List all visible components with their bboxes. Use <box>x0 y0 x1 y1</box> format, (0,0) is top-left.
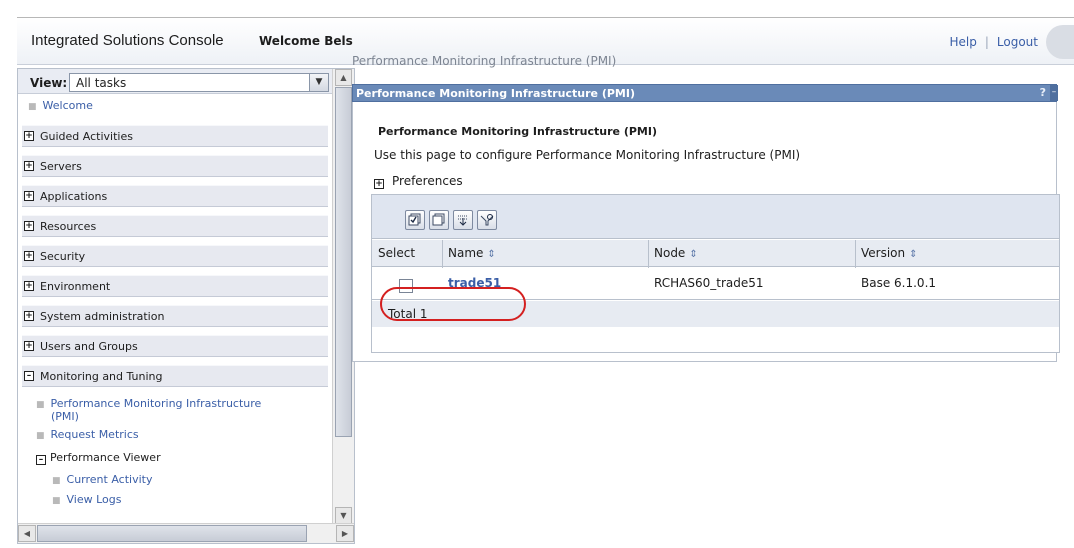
header-decoration <box>1046 25 1074 59</box>
column-header-select: Select <box>378 246 416 260</box>
column-header-node[interactable]: Node ⇕ <box>654 246 698 260</box>
nav-category-resources[interactable]: + Resources <box>22 215 328 237</box>
highlight-annotation <box>380 287 526 321</box>
column-header-version[interactable]: Version ⇕ <box>861 246 918 260</box>
nav-item-view-logs[interactable]: ■ View Logs <box>52 493 122 506</box>
nav-item-current-activity[interactable]: ■ Current Activity <box>52 473 152 486</box>
filter-icon[interactable] <box>477 210 497 230</box>
view-filter-row: View: All tasks ▼ <box>18 69 332 94</box>
sort-icon[interactable]: ⇕ <box>909 249 917 260</box>
expand-icon[interactable]: + <box>24 281 34 291</box>
logout-link[interactable]: Logout <box>997 35 1038 49</box>
sort-icon[interactable]: ⇕ <box>487 249 495 260</box>
nav-welcome-link[interactable]: ■ Welcome <box>28 99 93 112</box>
nav-item-pmi-label: Performance Monitoring Infrastructure <box>50 397 262 410</box>
table-header: Select Name ⇕ Node ⇕ Version ⇕ <box>372 240 1059 267</box>
page-heading: Performance Monitoring Infrastructure (P… <box>378 125 657 138</box>
column-header-name-label: Name <box>448 246 484 260</box>
bullet-icon: ■ <box>52 476 61 486</box>
view-label: View: <box>30 76 68 90</box>
nav-category-label: Applications <box>40 190 108 203</box>
nav-category-label: Security <box>40 250 86 263</box>
portlet-title-bar: Performance Monitoring Infrastructure (P… <box>352 84 1058 102</box>
table-toolbar <box>372 195 1059 239</box>
portlet-title: Performance Monitoring Infrastructure (P… <box>356 87 635 100</box>
select-all-icon[interactable] <box>405 210 425 230</box>
expand-icon[interactable]: + <box>374 179 384 189</box>
nav-category-guided-activities[interactable]: + Guided Activities <box>22 125 328 147</box>
expand-icon[interactable]: + <box>24 341 34 351</box>
nav-category-label: Environment <box>40 280 111 293</box>
minimize-icon[interactable]: – <box>1050 85 1058 101</box>
nav-category-label: System administration <box>40 310 165 323</box>
scroll-up-icon[interactable]: ▲ <box>335 69 352 86</box>
expand-icon[interactable]: + <box>24 221 34 231</box>
welcome-text: Welcome Bels <box>259 34 353 48</box>
nav-item-request-metrics-label: Request Metrics <box>50 428 139 441</box>
nav-item-pmi-cont[interactable]: (PMI) <box>51 410 79 423</box>
page-description: Use this page to configure Performance M… <box>374 148 801 162</box>
nav-category-users-and-groups[interactable]: + Users and Groups <box>22 335 328 357</box>
version-cell: Base 6.1.0.1 <box>861 276 937 290</box>
header-links: Help | Logout <box>950 35 1039 49</box>
nav-category-label: Monitoring and Tuning <box>40 370 163 383</box>
preferences-toggle[interactable]: + Preferences <box>374 174 463 189</box>
nav-welcome-label: Welcome <box>42 99 93 112</box>
servers-table: Select Name ⇕ Node ⇕ Version ⇕ trade51 RCHA… <box>371 194 1060 353</box>
nav-category-label: Guided Activities <box>40 130 133 143</box>
nav-horizontal-scrollbar[interactable]: ◀ ▶ <box>18 523 354 543</box>
nav-item-performance-viewer[interactable]: – Performance Viewer <box>36 451 161 465</box>
expand-icon[interactable]: + <box>24 191 34 201</box>
nav-category-label: Resources <box>40 220 97 233</box>
bullet-icon: ■ <box>36 431 45 441</box>
nav-category-environment[interactable]: + Environment <box>22 275 328 297</box>
nav-vertical-scrollbar[interactable]: ▲ ▼ <box>332 69 354 524</box>
bullet-icon: ■ <box>52 496 61 506</box>
collapse-icon[interactable]: – <box>36 455 46 465</box>
sort-icon[interactable]: ⇕ <box>689 249 697 260</box>
scroll-down-icon[interactable]: ▼ <box>335 507 352 524</box>
expand-icon[interactable]: + <box>24 131 34 141</box>
nav-category-label: Servers <box>40 160 82 173</box>
nav-category-servers[interactable]: + Servers <box>22 155 328 177</box>
chevron-down-icon[interactable]: ▼ <box>309 74 328 91</box>
expand-icon[interactable]: + <box>24 311 34 321</box>
nav-item-view-logs-label: View Logs <box>66 493 122 506</box>
column-header-name[interactable]: Name ⇕ <box>448 246 496 260</box>
view-select[interactable]: All tasks ▼ <box>69 73 329 92</box>
scrollbar-thumb[interactable] <box>37 525 307 542</box>
expand-icon[interactable]: + <box>24 251 34 261</box>
expand-all-icon[interactable] <box>453 210 473 230</box>
bullet-icon: ■ <box>28 102 37 112</box>
bullet-icon: ■ <box>36 400 45 410</box>
column-header-version-label: Version <box>861 246 906 260</box>
nav-item-current-activity-label: Current Activity <box>66 473 153 486</box>
collapse-icon[interactable]: – <box>24 371 34 381</box>
navigation-panel: View: All tasks ▼ ■ Welcome + Guided Activ… <box>17 68 355 544</box>
nav-category-security[interactable]: + Security <box>22 245 328 267</box>
nav-item-performance-viewer-label: Performance Viewer <box>50 451 161 464</box>
header-separator: | <box>984 35 989 49</box>
app-title: Integrated Solutions Console <box>31 32 224 49</box>
nav-category-applications[interactable]: + Applications <box>22 185 328 207</box>
nav-item-request-metrics[interactable]: ■ Request Metrics <box>36 428 139 441</box>
breadcrumb: Performance Monitoring Infrastructure (P… <box>352 54 617 68</box>
scroll-left-icon[interactable]: ◀ <box>18 525 36 542</box>
expand-icon[interactable]: + <box>24 161 34 171</box>
node-cell: RCHAS60_trade51 <box>654 276 764 290</box>
nav-category-monitoring-and-tuning[interactable]: – Monitoring and Tuning <box>22 365 328 387</box>
scroll-right-icon[interactable]: ▶ <box>336 525 354 542</box>
view-select-value: All tasks <box>76 76 127 90</box>
nav-category-system-administration[interactable]: + System administration <box>22 305 328 327</box>
preferences-label: Preferences <box>392 174 463 188</box>
column-header-node-label: Node <box>654 246 686 260</box>
deselect-all-icon[interactable] <box>429 210 449 230</box>
help-link[interactable]: Help <box>950 35 977 49</box>
scrollbar-thumb[interactable] <box>335 87 352 437</box>
nav-category-label: Users and Groups <box>40 340 138 353</box>
nav-item-pmi[interactable]: ■ Performance Monitoring Infrastructure <box>36 397 316 410</box>
help-icon[interactable]: ? <box>1040 86 1046 99</box>
